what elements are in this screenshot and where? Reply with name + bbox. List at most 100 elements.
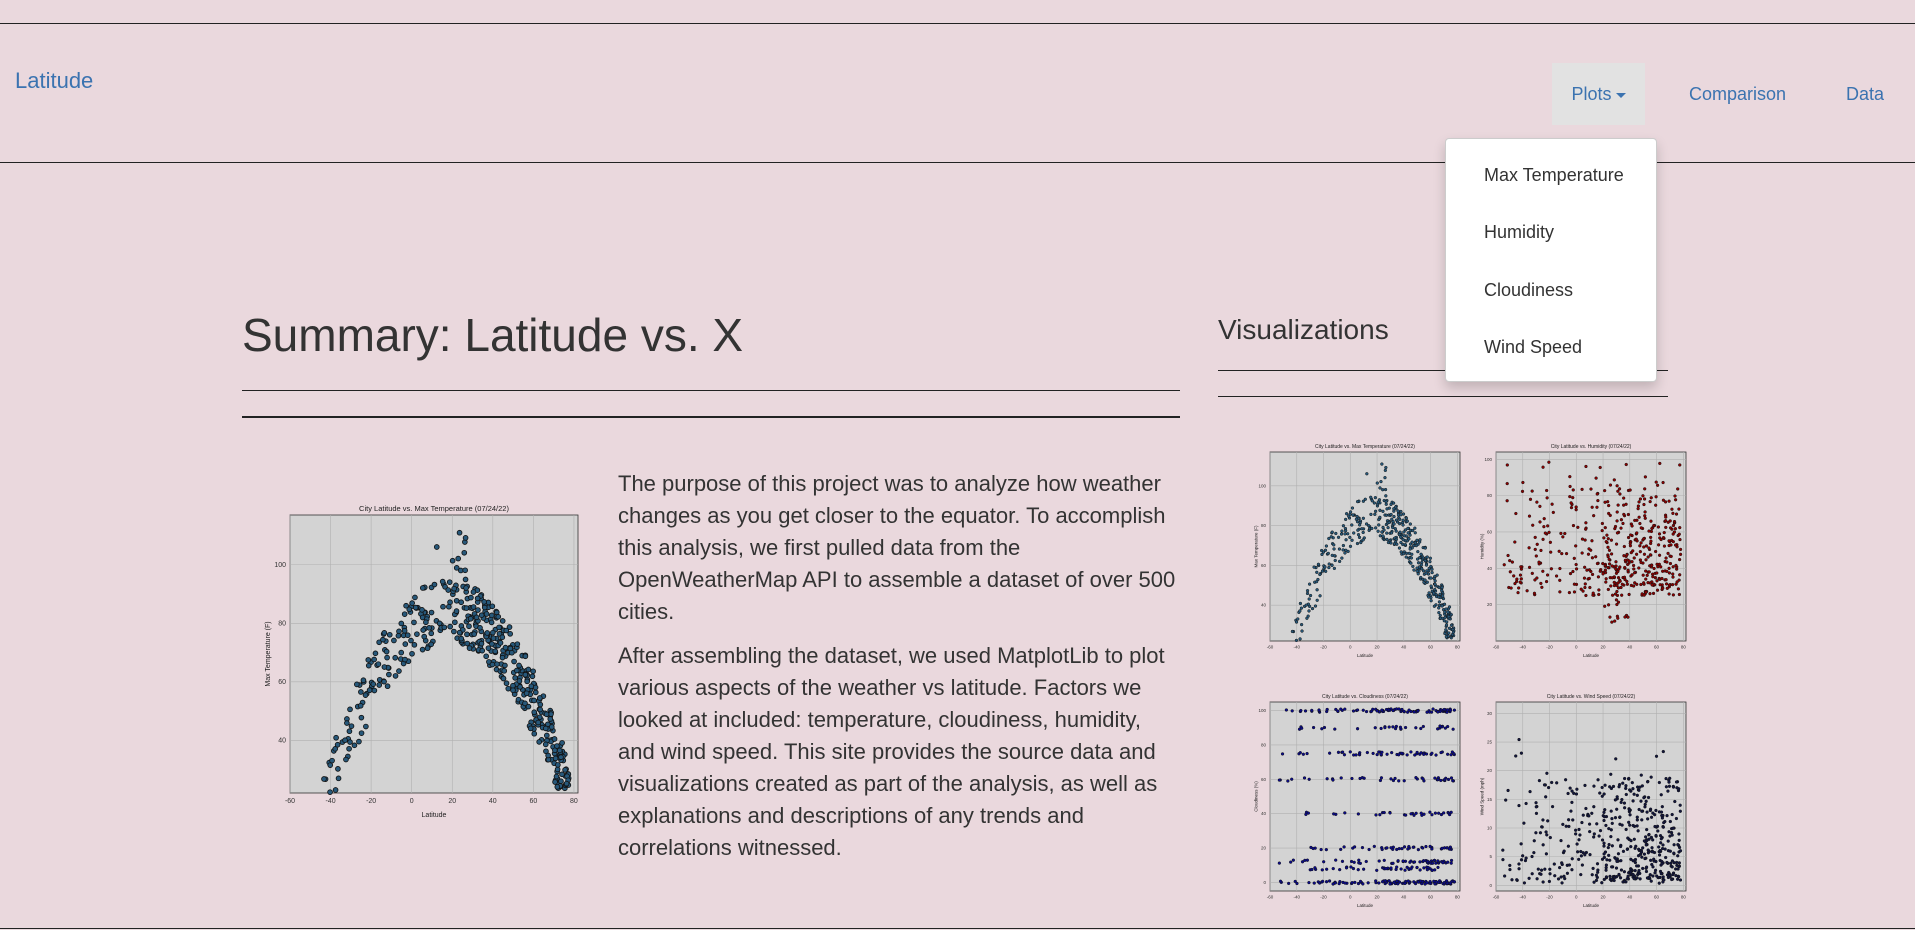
data-point: [1386, 526, 1390, 530]
data-point: [1438, 616, 1443, 620]
data-point: [1542, 783, 1547, 787]
data-point: [1390, 750, 1394, 755]
data-point: [1313, 604, 1318, 608]
y-tick-label: 40: [1487, 566, 1493, 571]
data-point: [1424, 571, 1428, 575]
data-point: [1380, 530, 1384, 534]
data-point: [1613, 798, 1618, 802]
data-point: [1632, 792, 1636, 796]
dropdown-item-max-temperature[interactable]: Max Temperature: [1484, 165, 1624, 186]
data-point: [1654, 808, 1658, 813]
data-point: [1647, 570, 1651, 574]
data-point: [1639, 526, 1643, 530]
thumbnail-cloudiness-chart[interactable]: -60 -40 -20 0 20 40 60 80 0 20 40 60 80 100 City Latit…: [1252, 694, 1464, 909]
data-point: [1433, 776, 1437, 780]
data-point: [1619, 518, 1624, 522]
data-point: [1436, 859, 1440, 863]
data-point: [1442, 602, 1447, 606]
data-point: [365, 662, 372, 669]
data-point: [1564, 824, 1568, 828]
data-point: [1590, 556, 1595, 560]
data-point: [1652, 566, 1656, 571]
thumbnail-humidity-chart[interactable]: -60 -40 -20 0 20 40 60 80 20 40 60 80 100 City Latitu…: [1478, 444, 1690, 659]
data-point: [1369, 512, 1373, 517]
data-point: [1441, 594, 1445, 598]
data-point: [1357, 752, 1362, 756]
data-point: [1660, 576, 1664, 581]
data-point: [1324, 848, 1328, 852]
data-point: [1327, 565, 1331, 570]
data-point: [522, 653, 529, 660]
data-point: [1535, 877, 1539, 881]
data-point: [524, 678, 530, 685]
data-point: [401, 611, 408, 617]
data-point: [1419, 726, 1423, 731]
x-axis-label: Latitude: [1357, 653, 1374, 658]
x-tick-label: -20: [1546, 895, 1553, 900]
data-point: [1310, 606, 1315, 611]
data-point: [1318, 572, 1322, 577]
x-tick-label: 80: [1455, 895, 1461, 900]
nav-data-link[interactable]: Data: [1846, 63, 1884, 125]
data-point: [1639, 541, 1643, 545]
data-point: [1356, 868, 1360, 872]
dropdown-item-humidity[interactable]: Humidity: [1484, 222, 1554, 243]
thumbnail-temp-chart[interactable]: -60 -40 -20 0 20 40 60 80 40 60 80 100 City Latitude…: [1252, 444, 1464, 659]
data-point: [1654, 495, 1658, 499]
data-point: [1664, 582, 1669, 586]
data-point: [503, 680, 510, 687]
nav-comparison-link[interactable]: Comparison: [1689, 63, 1786, 125]
data-point: [1436, 710, 1440, 714]
data-point: [1673, 799, 1677, 804]
data-point: [1439, 778, 1443, 783]
data-point: [426, 625, 432, 631]
data-point: [1670, 583, 1675, 587]
data-point: [1400, 707, 1404, 712]
data-point: [1624, 786, 1628, 791]
data-point: [1446, 724, 1450, 729]
data-point: [1653, 868, 1658, 872]
data-point: [1330, 563, 1334, 567]
navbar-brand-link[interactable]: Latitude: [15, 68, 93, 94]
data-point: [1380, 462, 1384, 466]
data-point: [1625, 582, 1630, 586]
dropdown-item-cloudiness[interactable]: Cloudiness: [1484, 280, 1573, 301]
data-point: [1579, 587, 1583, 591]
data-point: [1394, 537, 1398, 542]
data-point: [1584, 521, 1588, 525]
data-point: [342, 737, 348, 744]
data-point: [409, 650, 415, 657]
data-point: [1544, 795, 1548, 799]
data-point: [1415, 569, 1419, 573]
data-point: [1437, 606, 1441, 610]
data-point: [1514, 754, 1518, 758]
data-point: [1535, 542, 1539, 546]
data-point: [1407, 537, 1411, 541]
thumbnail-wind-chart[interactable]: -60 -40 -20 0 20 40 60 80 0 5 10 15 20 25 30 City Latit…: [1478, 694, 1690, 909]
dropdown-item-wind-speed[interactable]: Wind Speed: [1484, 337, 1582, 358]
data-point: [1606, 500, 1610, 504]
data-point: [1344, 538, 1348, 542]
data-point: [1639, 582, 1643, 587]
data-point: [1662, 820, 1666, 825]
data-point: [1644, 843, 1648, 847]
data-point: [1591, 591, 1595, 595]
data-point: [412, 604, 419, 611]
data-point: [1416, 848, 1421, 852]
data-point: [1506, 788, 1510, 793]
data-point: [358, 730, 365, 736]
data-point: [1583, 582, 1587, 586]
data-point: [1538, 520, 1542, 524]
data-point: [505, 685, 512, 692]
data-point: [551, 736, 558, 742]
data-point: [1634, 552, 1639, 556]
data-point: [1357, 535, 1362, 540]
data-point: [1505, 463, 1509, 467]
x-tick-label: 80: [1681, 645, 1687, 650]
data-point: [1573, 828, 1578, 832]
data-point: [1342, 753, 1347, 757]
nav-plots-dropdown-toggle[interactable]: Plots: [1552, 63, 1645, 125]
data-point: [1676, 587, 1681, 591]
data-point: [453, 608, 460, 614]
data-point: [1429, 599, 1433, 603]
